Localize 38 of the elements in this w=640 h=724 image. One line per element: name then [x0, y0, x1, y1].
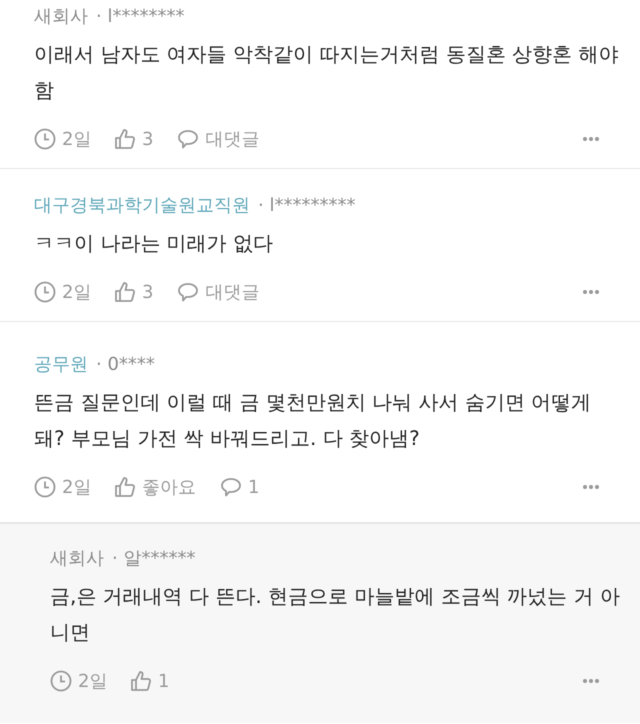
comment-text: 금,은 거래내역 다 뜬다. 현금으로 마늘밭에 조금씩 까넜는 거 아니면: [50, 583, 621, 646]
author-name[interactable]: 공무원: [34, 352, 88, 378]
like-button[interactable]: 1: [130, 668, 170, 694]
thumbs-up-icon: [130, 670, 152, 692]
thumbs-up-icon: [114, 476, 136, 498]
speech-bubble-icon: [177, 128, 200, 150]
like-button[interactable]: 3: [114, 278, 154, 306]
user-id: · l********: [96, 5, 184, 29]
thumbs-up-icon: [114, 128, 136, 150]
clock-icon: [34, 281, 56, 303]
comment-text: ㅋㅋ이 나라는 미래가 없다: [34, 230, 274, 257]
author-name[interactable]: 대구경북과학기술원교직원: [34, 193, 250, 219]
time-label: 2일: [62, 280, 92, 304]
clock-icon: [50, 670, 72, 692]
comment-text: 이래서 남자도 여자들 악착같이 따지는거처럼 동질혼 상향혼 해야함: [34, 41, 620, 104]
time-label: 2일: [62, 128, 92, 152]
thumbs-up-icon: [114, 281, 136, 303]
user-id: · 알******: [112, 547, 196, 571]
more-icon[interactable]: [582, 289, 600, 295]
reply-button[interactable]: 1: [220, 474, 260, 500]
user-id: · 0****: [96, 353, 155, 377]
user-id: · l*********: [258, 194, 356, 218]
reply-button[interactable]: 대댓글: [177, 126, 260, 152]
speech-bubble-icon: [220, 476, 242, 498]
clock-icon: [34, 128, 56, 150]
time-label: 2일: [62, 476, 92, 500]
more-icon[interactable]: [582, 678, 600, 684]
like-button[interactable]: 좋아요: [114, 474, 196, 500]
more-icon[interactable]: [582, 484, 600, 490]
comment-text: 뜬금 질문인데 이럴 때 금 몇천만원치 나눠 사서 숨기면 어떻게 돼? 부모님 가전 싹 바꿔드리고. 다 찾아냄?: [34, 389, 592, 452]
more-icon[interactable]: [582, 136, 600, 142]
like-button[interactable]: 3: [114, 126, 154, 152]
author-name[interactable]: 새회사: [50, 546, 104, 572]
time-label: 2일: [78, 670, 108, 694]
clock-icon: [34, 476, 56, 498]
reply-button[interactable]: 대댓글: [177, 278, 260, 306]
speech-bubble-icon: [177, 281, 200, 303]
author-name[interactable]: 새회사: [34, 4, 88, 30]
